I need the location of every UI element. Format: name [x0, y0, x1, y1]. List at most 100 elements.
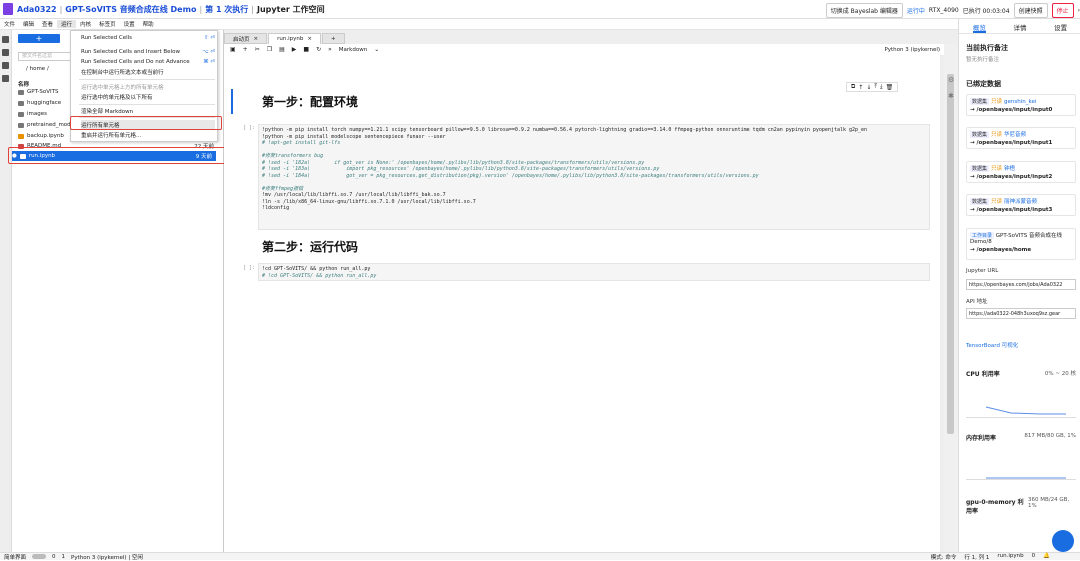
note-empty: 暂无执行备注 [966, 57, 1000, 63]
new-launcher-button[interactable]: + [18, 34, 60, 43]
close-icon[interactable]: × [254, 36, 259, 42]
run-icon[interactable]: ▶ [292, 46, 297, 53]
debugger-icon[interactable]: ✱ [948, 92, 958, 102]
insert-above-icon[interactable]: ⤒ [874, 83, 877, 91]
menu-item-run-below[interactable]: 运行选中的单元格及以下所有 [81, 92, 215, 101]
terminals-count[interactable]: 0 [52, 554, 56, 560]
top-header: Ada0322 | GPT-SoVITS 音频合成在线 Demo | 第 1 次执行 | J… [0, 0, 1080, 19]
close-icon[interactable]: × [307, 36, 312, 42]
menu-view[interactable]: 查看 [38, 20, 57, 28]
jupyter-menubar: 文件 编辑 查看 运行 内核 标签页 设置 帮助 [0, 19, 958, 30]
active-cell-indicator [231, 89, 233, 114]
add-cell-icon[interactable]: + [243, 46, 248, 53]
menu-help[interactable]: 帮助 [139, 20, 158, 28]
property-inspector-gear-icon[interactable]: ⚙ [948, 76, 958, 86]
tab-details[interactable]: 详情 [1013, 22, 1026, 33]
heading-step1: 第一步：配置环境 [262, 95, 359, 109]
code-cell-1[interactable]: !python -m pip install torch numpy==1.21… [258, 124, 930, 230]
notebook-area: 启动页 × run.ipynb × + ▣ + ✂ ❐ ▤ ▶ ■ ↻ » Mark… [224, 30, 958, 552]
cpu-metric: CPU 利用率 0% ~ 20 核 [966, 371, 1076, 378]
running-icon[interactable] [2, 49, 9, 56]
chat-support-button[interactable] [1052, 530, 1074, 552]
simple-mode-label: 简单界面 [4, 554, 27, 561]
menu-item-restart-run-all[interactable]: 重启并运行所有单元格... [81, 130, 215, 139]
dataset-card[interactable]: 数据集 只读 丽神派蒙音频 → /openbayes/input/input3 [966, 194, 1076, 216]
folder-icon [18, 111, 24, 117]
simple-mode-toggle[interactable] [32, 554, 47, 559]
commands-icon[interactable] [2, 62, 9, 69]
bell-icon[interactable]: 🔔 [1043, 553, 1050, 561]
chevron-down-icon[interactable]: ⌄ [374, 46, 379, 53]
menu-run[interactable]: 运行 [57, 20, 77, 28]
activity-bar [0, 30, 12, 552]
folder-icon[interactable] [2, 36, 9, 43]
dataset-card[interactable]: 数据集 只读 genshin_kei → /openbayes/input/input… [966, 94, 1076, 116]
tab-settings[interactable]: 设置 [1054, 22, 1067, 33]
cursor-position[interactable]: 行 1, 列 1 [964, 553, 989, 561]
openbayes-logo-icon [3, 3, 13, 15]
menu-item-run-insert-below[interactable]: Run Selected Cells and Insert Below ⌥ ⏎ [81, 47, 215, 56]
menu-item-run-no-advance[interactable]: Run Selected Cells and Do not Advance ⌘ ⏎ [81, 57, 215, 66]
cell-prompt: [ ]: [243, 125, 256, 131]
elapsed-time: 已执行 00:03:04 [962, 8, 1010, 15]
create-snapshot-button[interactable]: 创建快照 [1013, 3, 1048, 18]
menu-kernel[interactable]: 内核 [76, 20, 95, 28]
right-panel: 概览 详情 设置 当前执行备注 暂无执行备注 已绑定数据 数据集 只读 genshi… [958, 19, 1080, 552]
copy-icon[interactable]: ❐ [267, 46, 272, 53]
jupyter-url-label: Jupyter URL [966, 268, 999, 274]
mode-indicator: 模式: 命令 [930, 554, 957, 561]
cut-icon[interactable]: ✂ [255, 46, 260, 53]
tensorboard-link[interactable]: TensorBoard 可视化 [966, 341, 1018, 349]
current-path[interactable]: / home / [26, 66, 49, 72]
interrupt-icon[interactable]: ■ [303, 46, 309, 53]
jupyter-url-field[interactable]: https://openbayes.com/jobs/Ada0322 [966, 279, 1076, 290]
notebook-scrollbar[interactable] [944, 44, 958, 552]
kernel-status[interactable]: Python 3 (ipykernel) | 空闲 [71, 553, 143, 561]
breadcrumb-run[interactable]: 第 1 次执行 [205, 5, 248, 14]
dataset-card[interactable]: 数据集 只读 钟梧 → /openbayes/input/input2 [966, 161, 1076, 183]
fast-forward-icon[interactable]: » [328, 46, 332, 53]
restart-icon[interactable]: ↻ [316, 46, 321, 53]
move-up-icon[interactable]: ↑ [858, 84, 863, 91]
stop-button[interactable]: 停止 [1051, 3, 1074, 18]
menu-item-run-console[interactable]: 在控制台中运行所选文本或当前行 [81, 67, 215, 76]
kernel-name[interactable]: Python 3 (ipykernel) [884, 47, 944, 53]
move-down-icon[interactable]: ↓ [866, 84, 871, 91]
duplicate-icon[interactable]: ⧉ [851, 83, 855, 91]
bound-data-title: 已绑定数据 [966, 80, 1001, 88]
delete-icon[interactable]: 🗑 [886, 84, 894, 91]
workdir-card[interactable]: 工作目录 GPT-SoVITS 音频合成在线 Demo/8 → /openbaye… [966, 228, 1076, 260]
tab-overview[interactable]: 概览 [972, 22, 986, 33]
new-tab-button[interactable]: + [321, 33, 345, 44]
note-title: 当前执行备注 [966, 44, 1008, 52]
save-icon[interactable]: ▣ [230, 46, 236, 53]
kernels-count[interactable]: 1 [62, 554, 66, 560]
breadcrumb: Ada0322 | GPT-SoVITS 音频合成在线 Demo | 第 1 次执行 | J… [17, 4, 325, 14]
code-line: !ldconfig [262, 205, 290, 211]
gpu-type: RTX_4090 [928, 7, 959, 14]
tab-run-ipynb[interactable]: run.ipynb × [268, 33, 321, 44]
menu-settings[interactable]: 设置 [120, 20, 139, 28]
api-url-field[interactable]: https://ada0322-048h3uxoq9sz.gear [966, 308, 1076, 319]
menu-edit[interactable]: 编辑 [19, 20, 38, 28]
menu-tabs[interactable]: 标签页 [95, 20, 120, 28]
dataset-card[interactable]: 数据集 只读 华尼音频 → /openbayes/input/input1 [966, 127, 1076, 149]
code-cell-2[interactable]: !cd GPT-SoVITS/ && python run_all.py # !c… [258, 263, 930, 281]
notification-count[interactable]: 0 [1032, 553, 1036, 561]
paste-icon[interactable]: ▤ [279, 46, 285, 53]
cell-type-select[interactable]: Markdown [339, 47, 367, 53]
tab-launcher[interactable]: 启动页 × [224, 33, 268, 44]
extensions-icon[interactable] [2, 75, 9, 82]
insert-below-icon[interactable]: ⤓ [880, 83, 883, 91]
cpu-sparkline [985, 406, 1066, 415]
breadcrumb-user[interactable]: Ada0322 [17, 5, 57, 14]
code-line: !python -m pip install torch numpy==1.21… [262, 127, 868, 133]
menu-item-run-selected[interactable]: Run Selected Cells ⇧ ⏎ [81, 33, 215, 42]
menu-item-render-markdown[interactable]: 渲染全部 Markdown [81, 106, 215, 115]
notebook-content: ⧉ ↑ ↓ ⤒ ⤓ 🗑 第一步：配置环境 [ ]: !python -m pip… [224, 55, 940, 552]
breadcrumb-project[interactable]: GPT-SoVITS 音频合成在线 Demo [65, 5, 196, 14]
menu-item-run-above[interactable]: 运行选中单元格上方的所有单元格 [81, 82, 215, 91]
switch-editor-button[interactable]: 切换成 Bayeslab 编辑器 [825, 3, 903, 18]
menu-file[interactable]: 文件 [0, 20, 19, 28]
heading-step2: 第二步：运行代码 [262, 240, 359, 254]
